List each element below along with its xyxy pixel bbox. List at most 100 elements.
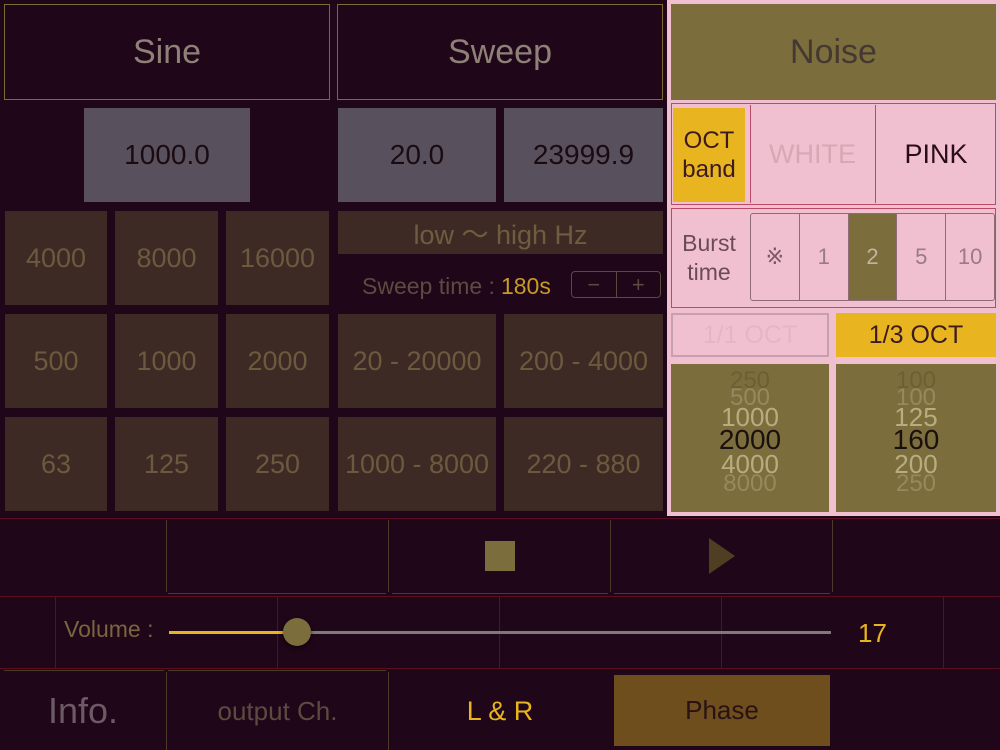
volume-slider-track[interactable]: [169, 618, 831, 646]
burst-option-label: 1: [817, 244, 830, 269]
divider: [614, 593, 830, 594]
burst-option-5[interactable]: 5: [897, 214, 947, 300]
sine-preset-button[interactable]: 63: [5, 417, 107, 511]
pink-noise-button[interactable]: PINK: [876, 105, 996, 203]
phase-button[interactable]: Phase: [614, 675, 830, 746]
white-noise-button[interactable]: WHITE: [751, 105, 874, 203]
volume-label: Volume :: [64, 616, 154, 642]
sweep-preset-button[interactable]: 20 - 20000: [338, 314, 496, 408]
sweep-direction-button[interactable]: low 〜 high Hz: [338, 211, 663, 254]
preset-label: 63: [40, 448, 72, 479]
sweep-time-label: Sweep time :: [362, 272, 495, 299]
burst-option-label: 2: [866, 244, 879, 269]
preset-label: 16000: [239, 242, 316, 273]
oct-1-1-button[interactable]: 1/1 OCT: [671, 313, 829, 357]
sweep-preset-button[interactable]: 200 - 4000: [504, 314, 663, 408]
sine-preset-button[interactable]: 2000: [226, 314, 329, 408]
volume-slider-fill: [169, 631, 297, 634]
divider: [388, 520, 389, 592]
sine-frequency-field[interactable]: 1000.0: [84, 108, 250, 202]
divider: [168, 670, 386, 671]
band-frequency-picker[interactable]: 100 100 125 160 200 250: [836, 364, 996, 512]
burst-time-text: Burst time: [682, 230, 736, 285]
burst-time-label: Burst time: [673, 212, 745, 304]
burst-option-label: 10: [957, 244, 983, 269]
sweep-preset-button[interactable]: 220 - 880: [504, 417, 663, 511]
preset-label: 125: [143, 448, 190, 479]
tab-sweep-label: Sweep: [448, 32, 552, 71]
preset-label: 200 - 4000: [518, 345, 649, 376]
plus-icon: +: [631, 271, 645, 297]
divider: [832, 520, 833, 592]
sweep-end-field[interactable]: 23999.9: [504, 108, 663, 202]
sine-preset-button[interactable]: 500: [5, 314, 107, 408]
phase-label: Phase: [685, 695, 759, 725]
sweep-start-field[interactable]: 20.0: [338, 108, 496, 202]
oct-1-3-label: 1/3 OCT: [868, 320, 964, 349]
oct-1-1-label: 1/1 OCT: [702, 320, 798, 349]
burst-option-2[interactable]: 2: [848, 214, 898, 300]
divider: [4, 670, 164, 671]
output-channel-label: output Ch.: [167, 672, 388, 750]
divider: [392, 593, 608, 594]
oct-1-3-button[interactable]: 1/3 OCT: [836, 313, 996, 357]
sine-preset-button[interactable]: 125: [115, 417, 218, 511]
picker-item: 8000: [723, 470, 777, 497]
sine-frequency-value: 1000.0: [124, 139, 210, 170]
preset-label: 20 - 20000: [352, 345, 482, 376]
preset-label: 4000: [25, 242, 87, 273]
play-button[interactable]: [612, 520, 832, 592]
divider: [943, 596, 944, 668]
sweep-end-value: 23999.9: [532, 139, 635, 170]
divider: [0, 596, 1000, 597]
preset-label: 2000: [247, 345, 308, 376]
volume-slider-thumb[interactable]: [283, 618, 311, 646]
oct-band-button[interactable]: OCT band: [673, 108, 745, 202]
octave-frequency-picker[interactable]: 250 500 1000 2000 4000 8000: [671, 364, 829, 512]
sine-preset-button[interactable]: 8000: [115, 211, 218, 305]
preset-label: 250: [254, 448, 301, 479]
channel-lr-button[interactable]: L & R: [389, 672, 611, 750]
oct-band-label: OCT band: [682, 127, 736, 183]
preset-label: 1000: [136, 345, 197, 376]
burst-option-random[interactable]: ※: [751, 214, 800, 300]
preset-label: 1000 - 8000: [344, 448, 490, 479]
tab-sweep[interactable]: Sweep: [337, 4, 663, 100]
pink-noise-label: PINK: [904, 138, 968, 169]
burst-option-1[interactable]: 1: [800, 214, 849, 300]
sweep-time-plus-button[interactable]: +: [617, 272, 661, 297]
sweep-time-minus-button[interactable]: −: [572, 272, 617, 297]
tab-noise[interactable]: Noise: [671, 4, 996, 100]
sine-preset-button[interactable]: 4000: [5, 211, 107, 305]
volume-value: 17: [858, 618, 887, 648]
sweep-time-row: Sweep time : 180s: [362, 271, 551, 301]
channel-lr-label: L & R: [466, 695, 534, 726]
preset-label: 8000: [136, 242, 197, 273]
sweep-time-value: 180s: [500, 272, 551, 299]
sine-preset-button[interactable]: 16000: [226, 211, 329, 305]
divider: [55, 596, 56, 668]
tab-sine-label: Sine: [132, 32, 202, 71]
burst-time-selector[interactable]: ※ 1 2 5 10: [750, 213, 995, 301]
sine-preset-button[interactable]: 1000: [115, 314, 218, 408]
divider: [166, 520, 167, 592]
sweep-start-value: 20.0: [389, 139, 445, 170]
preset-label: 500: [33, 345, 79, 376]
burst-option-10[interactable]: 10: [946, 214, 994, 300]
sweep-time-stepper[interactable]: − +: [571, 271, 661, 298]
divider: [610, 520, 611, 592]
divider: [0, 518, 1000, 519]
info-button[interactable]: Info.: [0, 672, 166, 750]
stop-icon: [485, 541, 515, 571]
sweep-preset-button[interactable]: 1000 - 8000: [338, 417, 496, 511]
sweep-direction-label: low 〜 high Hz: [413, 220, 588, 250]
tab-sine[interactable]: Sine: [4, 4, 330, 100]
divider: [168, 593, 386, 594]
stop-button[interactable]: [390, 520, 610, 592]
sine-preset-button[interactable]: 250: [226, 417, 329, 511]
asterisk-icon: ※: [765, 244, 785, 269]
preset-label: 220 - 880: [526, 448, 641, 479]
white-noise-label: WHITE: [769, 138, 856, 169]
minus-icon: −: [587, 271, 601, 297]
info-label: Info.: [47, 690, 119, 731]
